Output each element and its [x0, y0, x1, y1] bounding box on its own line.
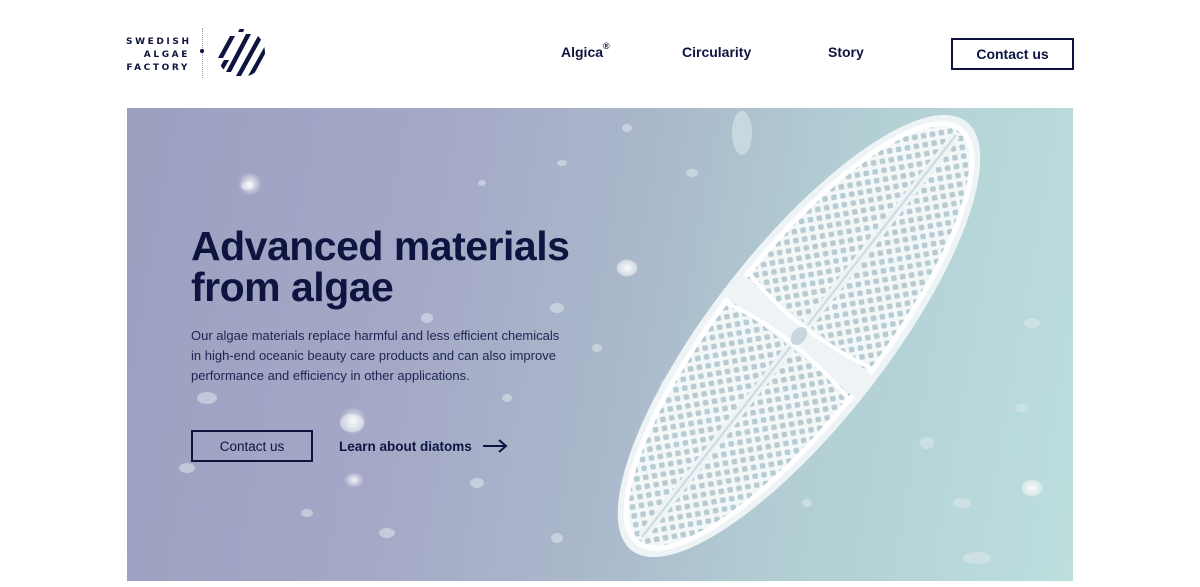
hero-section: Advanced materials from algae Our algae … [127, 108, 1073, 581]
nav-item-circularity[interactable]: Circularity [682, 44, 751, 60]
hero-title: Advanced materials from algae [191, 226, 631, 308]
site-header: SWEDISH ALGAE FACTORY Algica® Circularit… [0, 0, 1200, 108]
nav-item-algica[interactable]: Algica® [561, 41, 610, 60]
learn-link-label: Learn about diatoms [339, 438, 472, 454]
hero-description: Our algae materials replace harmful and … [191, 326, 601, 386]
hero-description-line-3: performance and efficiency in other appl… [191, 368, 470, 383]
arrow-right-icon [482, 439, 508, 453]
hero-description-line-2: in high-end oceanic beauty care products… [191, 348, 556, 363]
nav-item-label: Algica [561, 44, 604, 60]
hero-title-line-1: Advanced materials [191, 223, 570, 269]
header-contact-button[interactable]: Contact us [951, 38, 1074, 70]
registered-mark: ® [603, 41, 610, 51]
hero-title-line-2: from algae [191, 264, 394, 310]
nav-item-story[interactable]: Story [828, 44, 864, 60]
hero-description-line-1: Our algae materials replace harmful and … [191, 328, 560, 343]
learn-about-diatoms-link[interactable]: Learn about diatoms [339, 436, 508, 456]
hero-contact-button[interactable]: Contact us [191, 430, 313, 462]
